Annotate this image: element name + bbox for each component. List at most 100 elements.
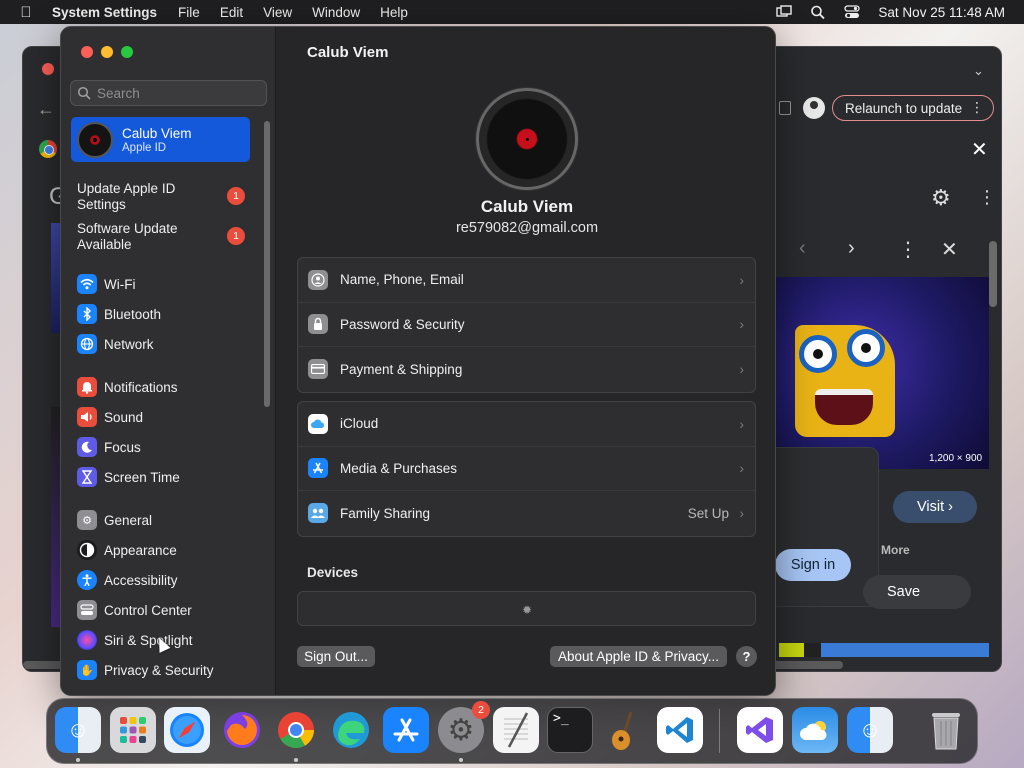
back-arrow-icon[interactable]: ← <box>37 99 55 120</box>
family-sharing-row[interactable]: Family Sharing Set Up › <box>298 491 755 536</box>
sidebar-item-focus[interactable]: Focus <box>77 435 257 459</box>
search-field[interactable] <box>70 80 267 106</box>
save-button[interactable]: Save <box>863 575 971 609</box>
about-apple-id-privacy-button[interactable]: About Apple ID & Privacy... <box>550 646 727 667</box>
siri-icon <box>77 630 97 650</box>
sidebar-item-general[interactable]: ⚙ General <box>77 508 257 532</box>
scrollbar[interactable] <box>989 241 997 307</box>
payment-shipping-row[interactable]: Payment & Shipping › <box>298 347 755 392</box>
sidebar-item-software-update[interactable]: Software Update Available 1 <box>77 221 257 253</box>
media-purchases-row[interactable]: Media & Purchases › <box>298 447 755 491</box>
relaunch-to-update-button[interactable]: Relaunch to update ⋮ <box>832 95 994 121</box>
edge-icon[interactable] <box>328 707 374 753</box>
sidebar-item-screen-time[interactable]: Screen Time <box>77 465 257 489</box>
search-input[interactable] <box>97 85 257 101</box>
sidebar-item-label: Focus <box>104 439 141 455</box>
chevron-right-icon: › <box>739 316 744 333</box>
apple-menu-icon[interactable]:  <box>0 4 52 21</box>
sidebar-item-sound[interactable]: Sound <box>77 405 257 429</box>
menu-window[interactable]: Window <box>312 5 360 20</box>
more-label[interactable]: More <box>881 543 910 557</box>
sidebar-item-label: Siri & Spotlight <box>104 632 193 648</box>
popup-card <box>767 447 879 607</box>
next-arrow-icon[interactable]: › <box>848 237 855 260</box>
sidebar-item-label: Screen Time <box>104 469 180 485</box>
chrome-icon[interactable] <box>273 707 319 753</box>
close-window-button[interactable] <box>81 46 93 58</box>
close-icon[interactable]: ✕ <box>941 237 958 262</box>
sidebar-item-accessibility[interactable]: Accessibility <box>77 568 257 592</box>
textedit-icon[interactable] <box>493 707 539 753</box>
sidebar-item-network[interactable]: Network <box>77 332 257 356</box>
wifi-icon <box>77 274 97 294</box>
sidebar-item-update-apple-id[interactable]: Update Apple ID Settings 1 <box>77 181 257 213</box>
menu-help[interactable]: Help <box>380 5 408 20</box>
devices-list: ✹ <box>297 591 756 626</box>
notification-badge: 1 <box>227 187 245 205</box>
password-security-row[interactable]: Password & Security › <box>298 303 755 347</box>
app-store-icon[interactable] <box>383 707 429 753</box>
screen-mirroring-icon[interactable] <box>776 5 793 19</box>
sidebar-item-bluetooth[interactable]: Bluetooth <box>77 302 257 326</box>
trash-icon[interactable] <box>923 707 969 753</box>
previous-arrow-icon[interactable]: ‹ <box>799 237 806 260</box>
sign-out-button[interactable]: Sign Out... <box>297 646 375 667</box>
sidebar-item-control-center[interactable]: Control Center <box>77 598 257 622</box>
vscode-icon[interactable] <box>657 707 703 753</box>
row-label: Family Sharing <box>340 505 431 521</box>
weather-icon[interactable] <box>792 707 838 753</box>
spotlight-search-icon[interactable] <box>810 5 826 20</box>
app-menu[interactable]: System Settings <box>52 5 157 20</box>
menu-bar:  System Settings File Edit View Window … <box>0 0 1024 24</box>
sidebar-item-label: Bluetooth <box>104 306 162 322</box>
profile-avatar[interactable] <box>476 88 578 190</box>
name-phone-email-row[interactable]: Name, Phone, Email › <box>298 258 755 303</box>
sidebar-item-notifications[interactable]: Notifications <box>77 375 257 399</box>
help-button[interactable]: ? <box>736 646 757 667</box>
safari-icon[interactable] <box>164 707 210 753</box>
guitar-icon[interactable] <box>602 707 648 753</box>
control-center-icon[interactable] <box>844 5 861 19</box>
sidebar-item-apple-id[interactable]: Calub Viem Apple ID <box>71 117 250 162</box>
finder-icon[interactable]: ☺ <box>847 707 893 753</box>
sidebar-scrollbar[interactable] <box>264 121 270 407</box>
menubar-clock[interactable]: Sat Nov 25 11:48 AM <box>878 5 1005 20</box>
family-icon <box>308 503 328 524</box>
set-up-label: Set Up <box>687 505 729 521</box>
lock-icon <box>308 314 328 335</box>
related-images-strip[interactable] <box>779 643 989 657</box>
profile-avatar-icon[interactable] <box>803 97 825 119</box>
app-store-icon <box>308 458 328 479</box>
system-settings-icon[interactable]: ⚙ 2 <box>438 701 490 753</box>
menu-file[interactable]: File <box>178 5 200 20</box>
sidebar-item-wifi[interactable]: Wi-Fi <box>77 272 257 296</box>
services-group: iCloud › Media & Purchases › Family Shar… <box>297 401 756 537</box>
firefox-icon[interactable] <box>219 707 265 753</box>
menu-view[interactable]: View <box>263 5 292 20</box>
sidebar-item-label: Appearance <box>104 542 177 558</box>
minimize-window-button[interactable] <box>101 46 113 58</box>
sign-in-button[interactable]: Sign in <box>775 549 851 581</box>
sidebar-item-appearance[interactable]: Appearance <box>77 538 257 562</box>
more-options-icon[interactable]: ⋮ <box>970 99 984 116</box>
sidebar-toggle-icon[interactable] <box>779 101 791 115</box>
gear-icon[interactable]: ⚙ <box>931 185 951 211</box>
sidebar-item-privacy-security[interactable]: ✋ Privacy & Security <box>77 658 257 682</box>
close-icon[interactable]: ✕ <box>971 137 988 162</box>
icloud-row[interactable]: iCloud › <box>298 402 755 447</box>
menu-edit[interactable]: Edit <box>220 5 243 20</box>
visit-button[interactable]: Visit › <box>893 491 977 523</box>
chevron-down-icon[interactable]: ⌄ <box>973 63 984 79</box>
running-indicator <box>294 758 298 762</box>
zoom-window-button[interactable] <box>121 46 133 58</box>
close-window-button[interactable] <box>42 63 54 75</box>
image-preview[interactable] <box>775 277 989 469</box>
more-options-icon[interactable]: ⋮ <box>978 187 996 208</box>
finder-icon[interactable]: ☺ <box>55 707 101 753</box>
relaunch-label: Relaunch to update <box>845 100 963 116</box>
more-options-icon[interactable]: ⋮ <box>898 237 918 262</box>
sidebar-item-label: General <box>104 512 153 528</box>
visual-studio-icon[interactable] <box>737 707 783 753</box>
launchpad-icon[interactable] <box>110 707 156 753</box>
terminal-icon[interactable]: >_ <box>547 707 593 753</box>
